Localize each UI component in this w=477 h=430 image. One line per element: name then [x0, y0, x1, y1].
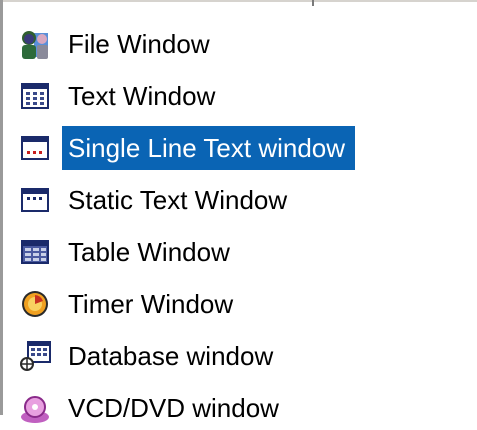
menu-item-table-window[interactable]: Table Window	[8, 230, 428, 274]
static-text-window-icon	[18, 183, 52, 217]
menu-item-label: Text Window	[68, 81, 216, 111]
menu-item-label: VCD/DVD window	[68, 393, 279, 423]
database-window-icon	[18, 339, 52, 373]
single-line-text-window-icon	[18, 131, 52, 165]
menu-item-vcd-dvd-window[interactable]: VCD/DVD window	[8, 386, 428, 430]
menu-separator-mark	[312, 0, 314, 6]
menu-item-label: Static Text Window	[68, 185, 288, 215]
menu-item-file-window[interactable]: File Window	[8, 22, 428, 66]
menu-item-label: File Window	[68, 29, 210, 59]
menu-item-label: Timer Window	[68, 289, 234, 319]
menu-item-text-window[interactable]: Text Window	[8, 74, 428, 118]
timer-window-icon	[18, 287, 52, 321]
table-window-icon	[18, 235, 52, 269]
file-window-icon	[18, 27, 52, 61]
menu-item-label: Table Window	[68, 237, 230, 267]
menu-item-database-window[interactable]: Database window	[8, 334, 428, 378]
text-window-icon	[18, 79, 52, 113]
menu-item-timer-window[interactable]: Timer Window	[8, 282, 428, 326]
menu-left-border	[0, 0, 3, 415]
menu-item-label: Database window	[68, 341, 274, 371]
vcd-dvd-window-icon	[18, 391, 52, 425]
context-menu: File Window Text Window Single Line Text…	[0, 0, 477, 423]
menu-top-border	[0, 0, 477, 2]
menu-item-static-text-window[interactable]: Static Text Window	[8, 178, 428, 222]
menu-item-label: Single Line Text window	[62, 126, 356, 170]
menu-item-single-line-text-window[interactable]: Single Line Text window	[8, 126, 428, 170]
